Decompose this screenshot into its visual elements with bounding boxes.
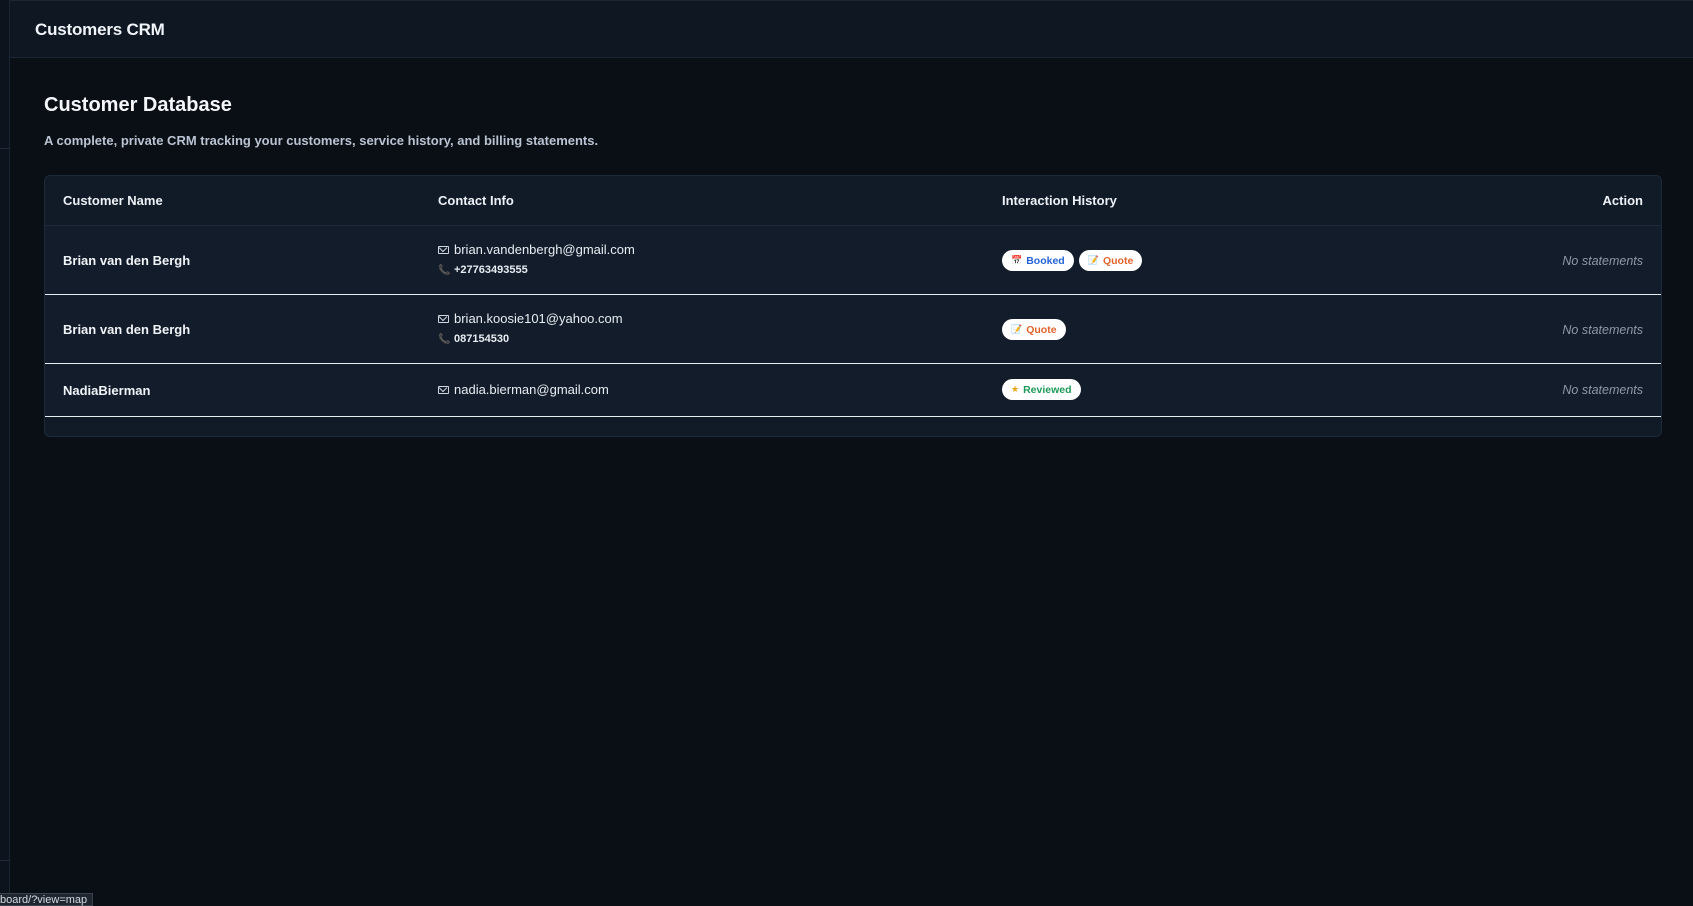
phone-text[interactable]: 087154530 bbox=[454, 333, 509, 345]
status-bar-url: board/?view=map bbox=[0, 893, 94, 906]
column-header-history: Interaction History bbox=[1002, 193, 1117, 208]
customer-name: Brian van den Bergh bbox=[63, 322, 191, 337]
column-header-action: Action bbox=[1602, 193, 1643, 208]
top-bar: Customers CRM bbox=[10, 0, 1693, 58]
contact-email: nadia.bierman@gmail.com bbox=[438, 382, 609, 397]
interaction-badges: 📅 Booked 📝 Quote bbox=[1002, 250, 1143, 271]
divider bbox=[0, 148, 10, 149]
email-text[interactable]: brian.vandenbergh@gmail.com bbox=[454, 242, 635, 257]
status-badge-quote[interactable]: 📝 Quote bbox=[1078, 250, 1143, 271]
column-header-contact: Contact Info bbox=[438, 193, 514, 208]
left-edge-panel bbox=[0, 0, 10, 906]
email-text[interactable]: brian.koosie101@yahoo.com bbox=[454, 311, 623, 326]
contact-phone: 📞 087154530 bbox=[438, 333, 509, 345]
mail-icon bbox=[438, 314, 449, 323]
contact-email: brian.koosie101@yahoo.com bbox=[438, 311, 623, 326]
interaction-badges: 📝 Quote bbox=[1002, 319, 1066, 340]
badge-label: Booked bbox=[1026, 254, 1065, 267]
column-header-name: Customer Name bbox=[63, 193, 163, 208]
app-title[interactable]: Customers CRM bbox=[35, 20, 165, 40]
contact-email: brian.vandenbergh@gmail.com bbox=[438, 242, 635, 257]
phone-icon: 📞 bbox=[438, 264, 451, 276]
table-row[interactable]: NadiaBierman nadia.bierman@gmail.com ★ R… bbox=[45, 364, 1661, 417]
email-text[interactable]: nadia.bierman@gmail.com bbox=[454, 382, 609, 397]
phone-icon: 📞 bbox=[438, 333, 451, 345]
table-header: Customer Name Contact Info Interaction H… bbox=[45, 176, 1661, 226]
badge-label: Quote bbox=[1102, 254, 1134, 267]
star-icon: ★ bbox=[1011, 384, 1020, 394]
memo-icon: 📝 bbox=[1087, 255, 1099, 265]
memo-icon: 📝 bbox=[1011, 324, 1023, 334]
calendar-icon: 📅 bbox=[1011, 255, 1023, 265]
action-text: No statements bbox=[1562, 383, 1643, 397]
action-text: No statements bbox=[1562, 323, 1643, 337]
status-badge-reviewed[interactable]: ★ Reviewed bbox=[1002, 379, 1081, 400]
customers-table: Customer Name Contact Info Interaction H… bbox=[44, 175, 1662, 437]
table-row[interactable]: Brian van den Bergh brian.koosie101@yaho… bbox=[45, 295, 1661, 364]
action-text: No statements bbox=[1562, 254, 1643, 268]
contact-phone: 📞 +27763493555 bbox=[438, 264, 528, 276]
mail-icon bbox=[438, 385, 449, 394]
customer-name: NadiaBierman bbox=[63, 383, 151, 398]
interaction-badges: ★ Reviewed bbox=[1002, 379, 1081, 400]
page-subtitle: A complete, private CRM tracking your cu… bbox=[44, 133, 599, 148]
badge-label: Quote bbox=[1026, 323, 1057, 336]
table-row[interactable]: Brian van den Bergh brian.vandenbergh@gm… bbox=[45, 226, 1661, 295]
mail-icon bbox=[438, 245, 449, 254]
phone-text[interactable]: +27763493555 bbox=[454, 264, 528, 276]
badge-label: Reviewed bbox=[1023, 383, 1072, 396]
divider bbox=[0, 860, 10, 861]
customer-name: Brian van den Bergh bbox=[63, 253, 191, 268]
status-badge-quote[interactable]: 📝 Quote bbox=[1002, 319, 1066, 340]
page-title: Customer Database bbox=[44, 94, 232, 116]
status-badge-booked[interactable]: 📅 Booked bbox=[1002, 250, 1074, 271]
